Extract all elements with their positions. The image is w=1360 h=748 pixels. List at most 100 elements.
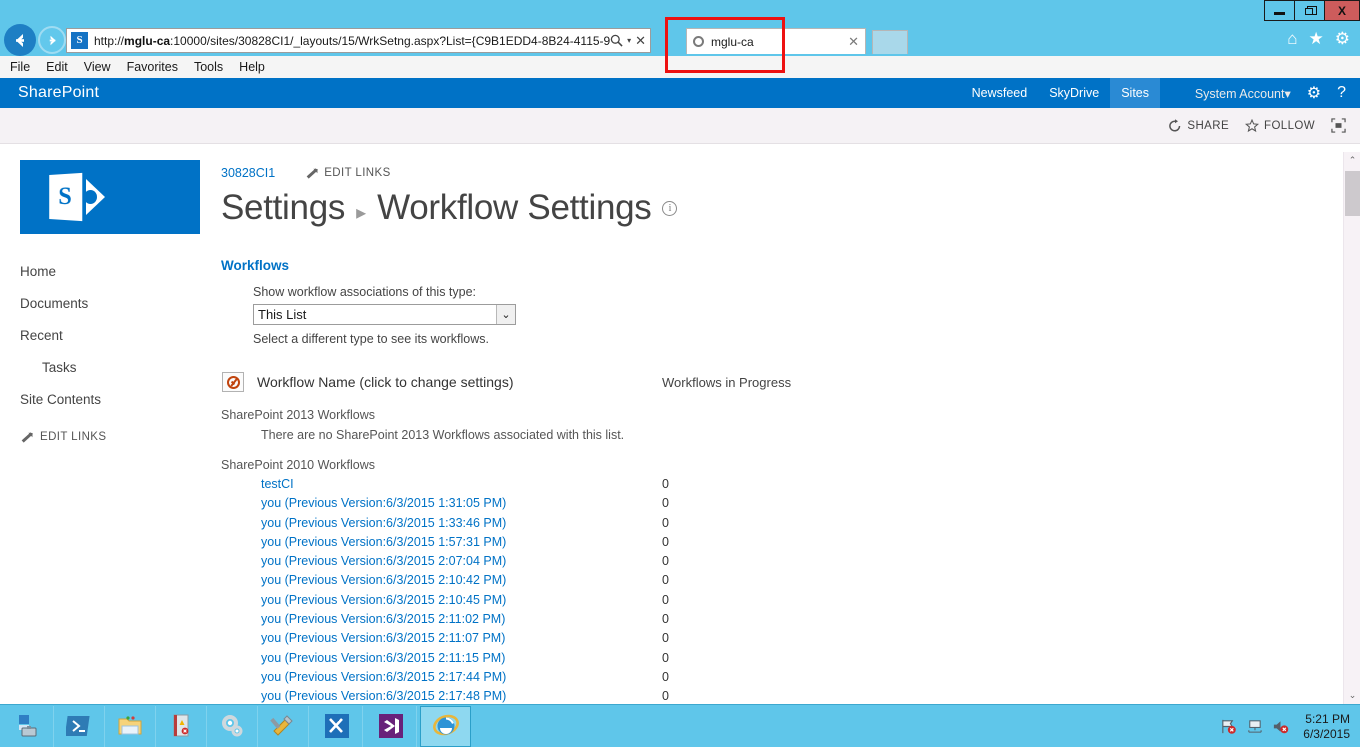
- menu-favorites[interactable]: Favorites: [127, 60, 178, 74]
- workflow-name-link[interactable]: you (Previous Version:6/3/2015 2:10:45 P…: [261, 593, 506, 607]
- ribbon-actions: SHARE FOLLOW: [1168, 118, 1346, 133]
- url-host: mglu-ca: [124, 34, 170, 48]
- share-icon: [1168, 119, 1182, 133]
- browser-tab-mglu-ca[interactable]: mglu-ca ✕: [686, 28, 866, 54]
- workflow-in-progress-count: 0: [662, 631, 669, 645]
- menu-view[interactable]: View: [84, 60, 111, 74]
- workflow-row: you (Previous Version:6/3/2015 2:11:15 P…: [221, 651, 1326, 670]
- focus-on-content-button[interactable]: [1331, 118, 1346, 133]
- workflow-name-link[interactable]: you (Previous Version:6/3/2015 1:33:46 P…: [261, 516, 506, 530]
- stop-icon[interactable]: ✕: [635, 33, 646, 49]
- workflow-row: you (Previous Version:6/3/2015 2:10:42 P…: [221, 573, 1326, 592]
- suite-link-newsfeed[interactable]: Newsfeed: [961, 78, 1039, 108]
- server-manager-icon: [15, 713, 41, 739]
- quick-launch-nav: Home Documents Recent Tasks Site Content…: [20, 264, 202, 407]
- taskbar-server-manager-button[interactable]: [3, 706, 54, 747]
- taskbar-event-viewer-button[interactable]: [156, 706, 207, 747]
- volume-muted-icon[interactable]: [1272, 718, 1289, 735]
- taskbar-file-explorer-button[interactable]: [105, 706, 156, 747]
- workflow-name-link[interactable]: you (Previous Version:6/3/2015 1:57:31 P…: [261, 535, 506, 549]
- workflow-name-link[interactable]: testCI: [261, 477, 294, 491]
- follow-button[interactable]: FOLLOW: [1245, 119, 1315, 133]
- minimize-icon: [1274, 12, 1285, 15]
- window-close-button[interactable]: X: [1324, 0, 1360, 21]
- scroll-up-arrow-icon[interactable]: ⌃: [1344, 152, 1360, 169]
- settings-gear-icon[interactable]: ⚙: [1307, 83, 1321, 103]
- workflow-row: you (Previous Version:6/3/2015 1:57:31 P…: [221, 535, 1326, 554]
- page-title-workflow-settings: Workflow Settings: [377, 188, 651, 228]
- taskbar-sharepoint-management-button[interactable]: [312, 706, 363, 747]
- sidebar-item-tasks[interactable]: Tasks: [20, 360, 202, 375]
- sidebar-item-recent[interactable]: Recent: [20, 328, 202, 343]
- suite-link-skydrive[interactable]: SkyDrive: [1038, 78, 1110, 108]
- menu-file[interactable]: File: [10, 60, 30, 74]
- clock-time: 5:21 PM: [1303, 712, 1350, 727]
- page-title-settings[interactable]: Settings: [221, 188, 345, 228]
- favorites-star-icon[interactable]: ★: [1309, 29, 1324, 49]
- workflow-name-link[interactable]: you (Previous Version:6/3/2015 2:11:02 P…: [261, 612, 505, 626]
- url-rest: :10000/sites/30828CI1/_layouts/15/WrkSet…: [170, 34, 610, 48]
- menu-help[interactable]: Help: [239, 60, 265, 74]
- workflow-icon: [222, 372, 244, 392]
- workflow-name-link[interactable]: you (Previous Version:6/3/2015 2:10:42 P…: [261, 573, 506, 587]
- back-button[interactable]: [4, 24, 36, 56]
- settings-gear-icon[interactable]: ⚙: [1335, 29, 1350, 49]
- tools-icon: [270, 713, 296, 739]
- share-button[interactable]: SHARE: [1168, 119, 1229, 133]
- sharepoint-brand[interactable]: SharePoint: [18, 84, 99, 102]
- sharepoint-suite-bar: SharePoint Newsfeed SkyDrive Sites Syste…: [0, 78, 1360, 108]
- workflow-name-link[interactable]: you (Previous Version:6/3/2015 1:31:05 P…: [261, 496, 506, 510]
- breadcrumb-site-link[interactable]: 30828CI1: [221, 166, 275, 180]
- network-icon[interactable]: [1246, 718, 1263, 735]
- follow-label: FOLLOW: [1264, 120, 1315, 132]
- menu-tools[interactable]: Tools: [194, 60, 223, 74]
- user-account-menu[interactable]: System Account▾: [1195, 86, 1291, 101]
- action-center-icon[interactable]: [1220, 718, 1237, 735]
- workflow-in-progress-count: 0: [662, 477, 669, 491]
- menu-edit[interactable]: Edit: [46, 60, 68, 74]
- workflow-type-label: Show workflow associations of this type:: [253, 285, 1326, 299]
- forward-button[interactable]: [38, 26, 66, 54]
- visual-studio-icon: [378, 713, 404, 739]
- workflow-type-hint: Select a different type to see its workf…: [253, 332, 1326, 346]
- chevron-down-icon[interactable]: ⌄: [496, 305, 515, 324]
- services-icon: [219, 713, 245, 739]
- sidebar-edit-links-button[interactable]: EDIT LINKS: [20, 431, 202, 443]
- window-minimize-button[interactable]: [1264, 0, 1294, 21]
- tab-close-icon[interactable]: ✕: [848, 34, 859, 50]
- scrollbar-thumb[interactable]: [1345, 171, 1360, 216]
- taskbar-powershell-button[interactable]: [54, 706, 105, 747]
- scroll-down-arrow-icon[interactable]: ⌄: [1344, 687, 1360, 704]
- address-bar[interactable]: S http://mglu-ca:10000/sites/30828CI1/_l…: [66, 28, 651, 53]
- logo-sheet-icon: S: [49, 173, 82, 221]
- workflow-in-progress-count: 0: [662, 496, 669, 510]
- search-icon[interactable]: [610, 34, 623, 47]
- sidebar-item-documents[interactable]: Documents: [20, 296, 202, 311]
- workflow-name-link[interactable]: you (Previous Version:6/3/2015 2:17:48 P…: [261, 689, 506, 703]
- sidebar-item-home[interactable]: Home: [20, 264, 202, 279]
- workflow-name-link[interactable]: you (Previous Version:6/3/2015 2:17:44 P…: [261, 670, 506, 684]
- new-tab-button[interactable]: [872, 30, 908, 54]
- browser-menu-bar: File Edit View Favorites Tools Help: [0, 56, 1360, 78]
- info-icon[interactable]: i: [662, 201, 677, 216]
- taskbar-visual-studio-button[interactable]: [366, 706, 417, 747]
- taskbar-internet-explorer-button[interactable]: [420, 706, 471, 747]
- back-arrow-icon: [11, 31, 30, 50]
- workflow-name-link[interactable]: you (Previous Version:6/3/2015 2:07:04 P…: [261, 554, 506, 568]
- taskbar-services-button[interactable]: [207, 706, 258, 747]
- workflow-type-select[interactable]: This List: [253, 304, 516, 325]
- home-icon[interactable]: ⌂: [1287, 29, 1297, 49]
- chevron-down-icon[interactable]: ▾: [627, 36, 631, 45]
- vertical-scrollbar[interactable]: ⌃ ⌄: [1343, 152, 1360, 704]
- help-icon[interactable]: ?: [1337, 84, 1346, 102]
- top-edit-links-button[interactable]: EDIT LINKS: [305, 167, 390, 179]
- sidebar-edit-links-label: EDIT LINKS: [40, 431, 106, 443]
- sidebar-item-site-contents[interactable]: Site Contents: [20, 392, 202, 407]
- taskbar-clock[interactable]: 5:21 PM 6/3/2015: [1303, 712, 1350, 742]
- workflow-name-link[interactable]: you (Previous Version:6/3/2015 2:11:07 P…: [261, 631, 505, 645]
- suite-link-sites[interactable]: Sites: [1110, 78, 1160, 108]
- workflow-name-link[interactable]: you (Previous Version:6/3/2015 2:11:15 P…: [261, 651, 505, 665]
- window-restore-button[interactable]: [1294, 0, 1324, 21]
- suite-nav-links: Newsfeed SkyDrive Sites: [961, 78, 1160, 108]
- taskbar-tools-button[interactable]: [258, 706, 309, 747]
